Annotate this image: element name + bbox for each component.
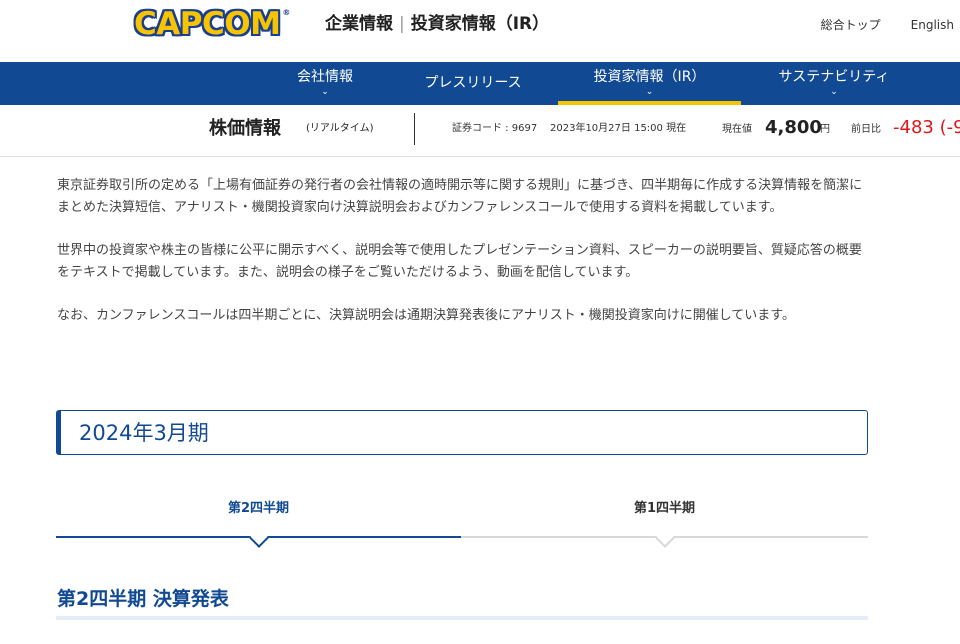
chevron-down-icon: ⌄ bbox=[321, 87, 329, 97]
intro-paragraph-2: 世界中の投資家や株主の皆様に公平に開示すべく、説明会等で使用したプレゼンテーショ… bbox=[57, 243, 862, 280]
registered-mark: ® bbox=[282, 8, 291, 17]
price-unit: 円 bbox=[820, 124, 830, 135]
fiscal-period-label: 2024年3月期 bbox=[79, 421, 209, 445]
section-title: 第2四半期 決算発表 bbox=[57, 588, 229, 610]
stock-divider bbox=[414, 113, 415, 145]
nav-item-label: 投資家情報（IR） bbox=[593, 69, 706, 85]
stock-code: 証券コード : 9697 bbox=[452, 123, 538, 134]
tab-label: 第1四半期 bbox=[633, 501, 696, 516]
chevron-down-icon: ⌄ bbox=[645, 87, 654, 97]
stock-subtitle: (リアルタイム) bbox=[306, 123, 374, 134]
price-change: -483 (-9 bbox=[893, 117, 960, 138]
nav-item-label: サステナビリティ bbox=[778, 69, 890, 85]
chevron-down-icon: ⌄ bbox=[830, 87, 838, 97]
top-links: 総合トップ English bbox=[821, 16, 954, 34]
site-title-corporate[interactable]: 企業情報 bbox=[325, 14, 393, 34]
fiscal-period-heading: 2024年3月期 bbox=[56, 410, 868, 455]
nav-item-sustainability[interactable]: サステナビリティ ⌄ bbox=[766, 62, 902, 105]
intro-text: 東京証券取引所の定める「上場有価証券の発行者の会社情報の適時開示等に関する規則」… bbox=[57, 175, 872, 349]
global-nav: 会社情報 ⌄ プレスリリース 投資家情報（IR） ⌄ サステナビリティ ⌄ bbox=[0, 62, 960, 105]
nav-item-company[interactable]: 会社情報 ⌄ bbox=[270, 62, 380, 105]
nav-item-press[interactable]: プレスリリース bbox=[402, 62, 544, 105]
current-price-label: 現在値 bbox=[722, 124, 752, 135]
intro-paragraph-1: 東京証券取引所の定める「上場有価証券の発行者の会社情報の適時開示等に関する規則」… bbox=[57, 178, 863, 215]
nav-item-label: プレスリリース bbox=[424, 75, 522, 91]
stock-info-bar: 株価情報 (リアルタイム) 証券コード : 9697 2023年10月27日 1… bbox=[0, 105, 960, 157]
stock-datetime: 2023年10月27日 15:00 現在 bbox=[550, 123, 687, 134]
change-label: 前日比 bbox=[851, 124, 881, 135]
site-title-ir[interactable]: 投資家情報（IR） bbox=[411, 14, 549, 34]
logo-text: CAPCOM bbox=[134, 6, 281, 42]
site-title-separator: | bbox=[399, 14, 405, 34]
site-title: 企業情報 | 投資家情報（IR） bbox=[325, 12, 549, 36]
site-header: CAPCOM ® 企業情報 | 投資家情報（IR） 総合トップ English bbox=[0, 0, 960, 62]
nav-item-label: 会社情報 bbox=[297, 69, 353, 85]
tab-indicator-icon bbox=[654, 528, 675, 548]
tab-indicator-icon bbox=[248, 528, 269, 548]
link-global-top[interactable]: 総合トップ bbox=[821, 16, 881, 34]
nav-item-ir[interactable]: 投資家情報（IR） ⌄ bbox=[558, 62, 741, 105]
tab-q1[interactable]: 第1四半期 bbox=[461, 498, 868, 548]
tab-label: 第2四半期 bbox=[227, 501, 290, 516]
current-price: 4,800 bbox=[765, 117, 822, 138]
link-english[interactable]: English bbox=[911, 16, 954, 34]
capcom-logo[interactable]: CAPCOM ® bbox=[134, 6, 290, 42]
tab-q2[interactable]: 第2四半期 bbox=[56, 498, 461, 548]
stock-title: 株価情報 bbox=[209, 118, 281, 139]
section-underline bbox=[56, 616, 868, 620]
intro-paragraph-3: なお、カンファレンスコールは四半期ごとに、決算説明会は通期決算発表後にアナリスト… bbox=[57, 308, 796, 323]
